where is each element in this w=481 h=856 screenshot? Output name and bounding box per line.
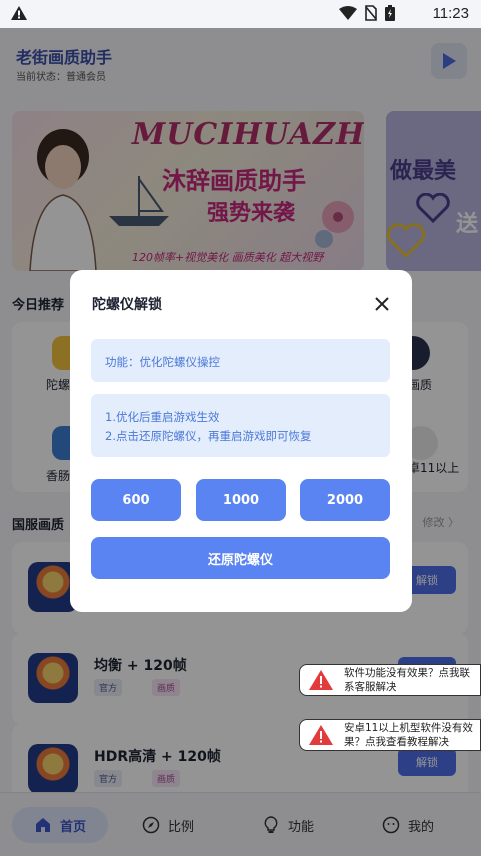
function-text: 功能：优化陀螺仪操控 bbox=[105, 355, 220, 369]
instruction-step-1: 1.优化后重启游戏生效 bbox=[105, 410, 220, 424]
toast-text: 安卓11以上机型软件没有效果？点我查看教程解决 bbox=[344, 722, 473, 748]
battery-icon bbox=[385, 5, 395, 21]
option-1000-button[interactable]: 1000 bbox=[196, 479, 286, 521]
status-bar: 11:23 bbox=[0, 0, 481, 28]
warning-icon bbox=[309, 725, 333, 745]
instructions-box: 1.优化后重启游戏生效 2.点击还原陀螺仪，再重启游戏即可恢复 bbox=[91, 394, 390, 457]
wifi-icon bbox=[339, 6, 357, 20]
gyroscope-unlock-dialog: 陀螺仪解锁 功能：优化陀螺仪操控 1.优化后重启游戏生效 2.点击还原陀螺仪，再… bbox=[70, 270, 412, 612]
warning-icon bbox=[11, 6, 27, 20]
no-sim-icon bbox=[365, 5, 377, 21]
restore-gyroscope-button[interactable]: 还原陀螺仪 bbox=[91, 537, 390, 579]
toast-text: 软件功能没有效果？点我联系客服解决 bbox=[344, 667, 470, 693]
function-description: 功能：优化陀螺仪操控 bbox=[91, 339, 390, 382]
option-600-button[interactable]: 600 bbox=[91, 479, 181, 521]
option-2000-button[interactable]: 2000 bbox=[300, 479, 390, 521]
close-icon[interactable] bbox=[372, 294, 392, 314]
instruction-step-2: 2.点击还原陀螺仪，再重启游戏即可恢复 bbox=[105, 429, 312, 443]
dialog-title: 陀螺仪解锁 bbox=[92, 297, 162, 313]
warning-icon bbox=[309, 670, 333, 690]
android-tutorial-toast[interactable]: 安卓11以上机型软件没有效果？点我查看教程解决 bbox=[299, 719, 481, 751]
clock: 11:23 bbox=[432, 5, 469, 22]
contact-support-toast[interactable]: 软件功能没有效果？点我联系客服解决 bbox=[299, 664, 481, 696]
